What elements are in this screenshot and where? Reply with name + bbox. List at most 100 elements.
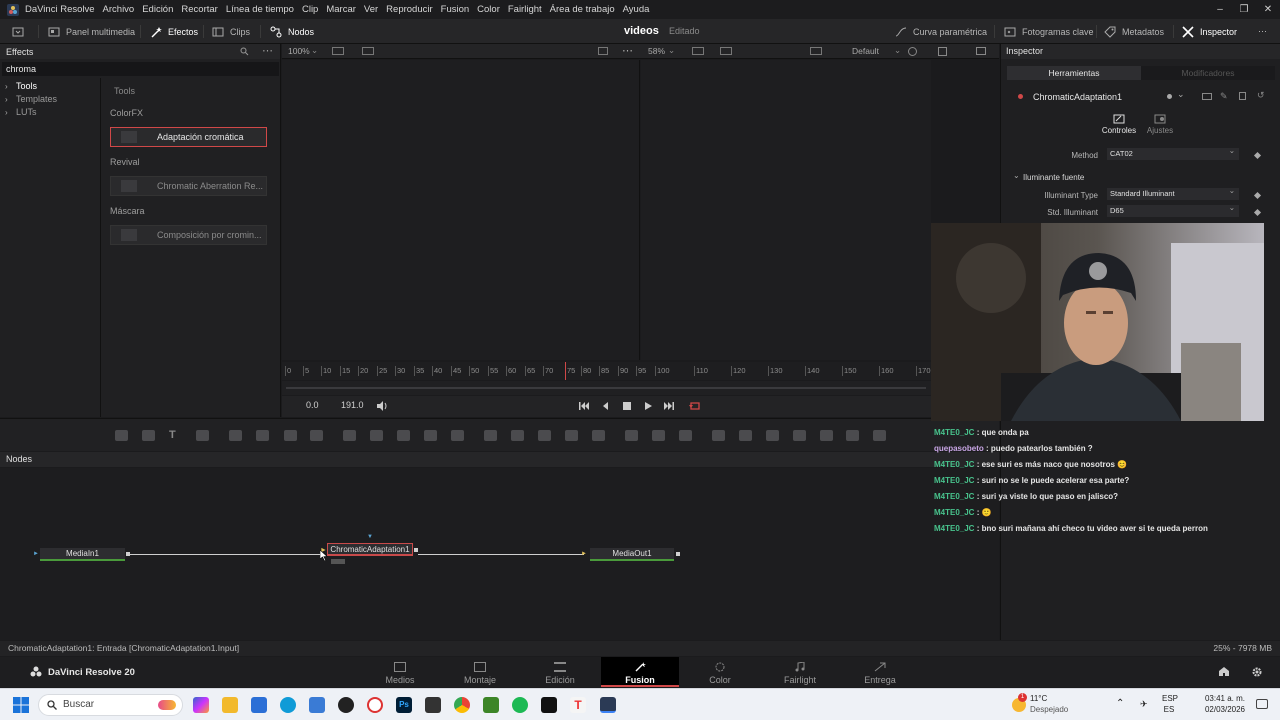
effect-item-chroma-key[interactable]: Composición por cromin... xyxy=(110,225,267,245)
menu-reproducir[interactable]: Reproducir xyxy=(386,4,432,15)
photoshop-icon[interactable]: Ps xyxy=(396,697,412,713)
tab-cut[interactable]: Montaje xyxy=(441,657,519,687)
output-port[interactable] xyxy=(676,552,680,556)
merge-3d-icon[interactable] xyxy=(766,430,779,441)
play-icon[interactable] xyxy=(642,400,654,412)
chevron-up-icon[interactable]: ⌃ xyxy=(1116,698,1124,709)
image-tool-icon[interactable] xyxy=(142,430,155,441)
search-icon[interactable] xyxy=(240,47,249,56)
menu-ayuda[interactable]: Ayuda xyxy=(623,4,650,15)
edge-icon[interactable] xyxy=(280,697,296,713)
merge-tool-icon[interactable] xyxy=(343,430,356,441)
go-to-end-icon[interactable] xyxy=(663,400,675,412)
left-viewer[interactable] xyxy=(282,60,640,360)
clock-date[interactable]: 02/03/2026 xyxy=(1195,705,1245,714)
effect-item-chromatic-aberration[interactable]: Chromatic Aberration Re... xyxy=(110,176,267,196)
tab-deliver[interactable]: Entrega xyxy=(841,657,919,687)
lock-icon[interactable] xyxy=(1239,92,1246,100)
gear-icon[interactable] xyxy=(1251,666,1263,678)
capcut-icon[interactable] xyxy=(425,697,441,713)
chevron-down-icon[interactable]: ⌄ xyxy=(1013,171,1020,180)
rectangle-mask-icon[interactable] xyxy=(484,430,497,441)
tree-item-luts[interactable]: › LUTs xyxy=(0,106,100,119)
camera-3d-icon[interactable] xyxy=(793,430,806,441)
obs-icon[interactable] xyxy=(338,697,354,713)
blur-tool-icon[interactable] xyxy=(310,430,323,441)
menu-linea-de-tiempo[interactable]: Línea de tiempo xyxy=(226,4,294,15)
nodes-button[interactable]: Nodos xyxy=(270,19,314,44)
lang-bottom[interactable]: ES xyxy=(1162,705,1176,714)
spotify-icon[interactable] xyxy=(512,697,528,713)
lut-select[interactable]: Default xyxy=(852,46,879,56)
davinci-taskbar-icon[interactable] xyxy=(600,697,616,713)
metadata-button[interactable]: Metadatos xyxy=(1104,19,1164,44)
node-chromatic-adaptation[interactable]: ChromaticAdaptation1 xyxy=(327,543,413,556)
renderer-3d-icon[interactable] xyxy=(846,430,859,441)
gradient-tool-icon[interactable] xyxy=(256,430,269,441)
method-select[interactable]: CAT02 xyxy=(1107,145,1239,160)
close-icon[interactable]: ✕ xyxy=(1256,0,1280,19)
keyframe-diamond-icon[interactable] xyxy=(1253,191,1262,200)
viewer-frame-icon[interactable] xyxy=(598,47,608,55)
tree-item-tools[interactable]: › Tools xyxy=(0,80,100,93)
effects-button[interactable]: Efectos xyxy=(150,19,198,44)
microsoft-store-icon[interactable] xyxy=(251,697,267,713)
menu-marcar[interactable]: Marcar xyxy=(326,4,356,15)
menu-fairlight[interactable]: Fairlight xyxy=(508,4,542,15)
file-explorer-icon[interactable] xyxy=(222,697,238,713)
tab-color[interactable]: Color xyxy=(681,657,759,687)
node-graph[interactable]: ► MediaIn1 ▼ ► ChromaticAdaptation1 ► Me… xyxy=(0,468,999,640)
step-back-icon[interactable] xyxy=(600,400,612,412)
output-port[interactable] xyxy=(414,548,418,552)
menu-area-de-trabajo[interactable]: Área de trabajo xyxy=(550,4,615,15)
tool-enable-icon[interactable] xyxy=(1018,94,1023,99)
paint-tool-icon[interactable] xyxy=(196,430,209,441)
mask-input-icon[interactable]: ▼ xyxy=(367,534,373,540)
keyframe-diamond-icon[interactable] xyxy=(1253,151,1262,160)
section-illuminant[interactable]: Iluminante fuente xyxy=(1023,173,1084,182)
chrome-icon[interactable] xyxy=(454,697,470,713)
vpn-icon[interactable] xyxy=(309,697,325,713)
menu-recortar[interactable]: Recortar xyxy=(181,4,217,15)
clips-button[interactable]: Clips xyxy=(212,19,250,44)
input-port-icon[interactable]: ► xyxy=(581,551,587,557)
loop-icon[interactable] xyxy=(689,400,701,412)
menu-fusion[interactable]: Fusion xyxy=(441,4,470,15)
effect-item-chromatic-adaptation[interactable]: Adaptación cromática xyxy=(110,127,267,147)
opera-icon[interactable] xyxy=(367,697,383,713)
spline-button[interactable]: Curva paramétrica xyxy=(895,19,987,44)
version-icon[interactable] xyxy=(1202,93,1212,100)
particles-tool-icon[interactable] xyxy=(229,430,242,441)
pin-icon[interactable]: ✎ xyxy=(1220,91,1228,102)
grid-icon[interactable] xyxy=(938,47,947,56)
volume-icon[interactable] xyxy=(376,400,388,412)
panel-toggle-button[interactable] xyxy=(12,19,30,44)
view-layout-right-icon[interactable] xyxy=(720,47,732,55)
subtab-controls[interactable]: Controles xyxy=(1099,114,1139,135)
fog-3d-icon[interactable] xyxy=(873,430,886,441)
network-icon[interactable]: ✈ xyxy=(1140,699,1148,710)
tree-item-templates[interactable]: › Templates xyxy=(0,93,100,106)
keyframes-button[interactable]: Fotogramas clave xyxy=(1004,19,1094,44)
color-space-icon[interactable] xyxy=(908,47,917,56)
viewer-left-options-icon[interactable]: ⋯ xyxy=(622,44,633,57)
bspline-mask-icon[interactable] xyxy=(565,430,578,441)
planar-tracker-icon[interactable] xyxy=(652,430,665,441)
menu-clip[interactable]: Clip xyxy=(302,4,318,15)
light-3d-icon[interactable] xyxy=(820,430,833,441)
playhead-marker[interactable] xyxy=(565,362,566,380)
color-corrector-tool-icon[interactable] xyxy=(284,430,297,441)
time-ruler[interactable]: 0 5 10 15 20 25 30 35 40 45 50 55 60 65 … xyxy=(282,362,931,380)
subtab-settings[interactable]: Ajustes xyxy=(1141,114,1179,135)
time-start-field[interactable]: 0.0 xyxy=(306,400,319,410)
tab-tools[interactable]: Herramientas xyxy=(1007,66,1141,80)
notifications-icon[interactable] xyxy=(1256,699,1268,709)
transform-tool-icon[interactable] xyxy=(424,430,437,441)
taskbar-search-input[interactable]: Buscar xyxy=(38,694,183,716)
go-to-start-icon[interactable] xyxy=(578,400,590,412)
text-3d-icon[interactable] xyxy=(739,430,752,441)
effects-search-input[interactable]: chroma xyxy=(2,62,279,76)
right-viewer[interactable] xyxy=(641,60,931,360)
viewer-right-frame-icon[interactable] xyxy=(976,47,986,55)
tab-edit[interactable]: Edición xyxy=(521,657,599,687)
